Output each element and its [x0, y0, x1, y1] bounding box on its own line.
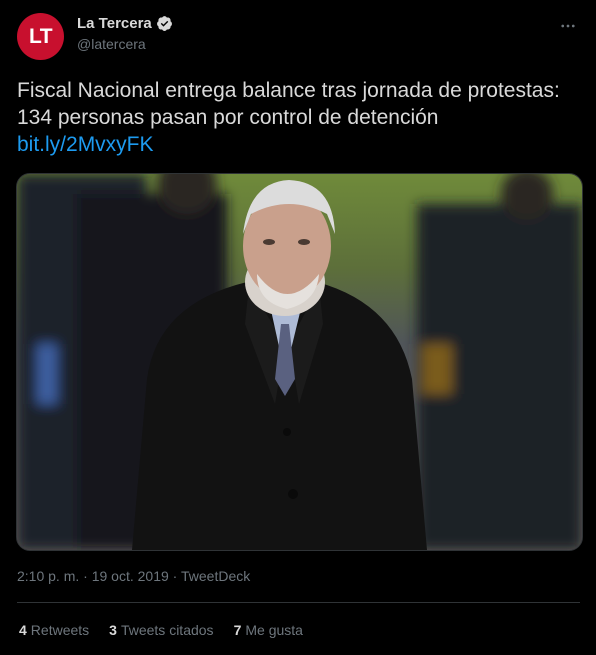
tweet-link[interactable]: bit.ly/2MvxyFK [17, 131, 587, 158]
likes-stat[interactable]: 7 Me gusta [234, 622, 303, 638]
tweet-source[interactable]: TweetDeck [181, 568, 250, 584]
retweets-count: 4 [19, 622, 27, 638]
verified-badge-icon [156, 15, 173, 32]
photo-illustration [17, 174, 582, 550]
tweet-body: Fiscal Nacional entrega balance tras jor… [17, 79, 560, 129]
retweets-stat[interactable]: 4 Retweets [19, 622, 89, 638]
display-name[interactable]: La Tercera [77, 15, 152, 32]
quotes-stat[interactable]: 3 Tweets citados [109, 622, 213, 638]
tweet-text: Fiscal Nacional entrega balance tras jor… [17, 77, 587, 158]
author-block: La Tercera @latercera [77, 15, 173, 52]
tweet-date[interactable]: 19 oct. 2019 [92, 568, 169, 584]
avatar[interactable]: LT [17, 13, 64, 60]
likes-label: Me gusta [245, 622, 303, 638]
quotes-label: Tweets citados [120, 622, 214, 638]
tweet-time[interactable]: 2:10 p. m. [17, 568, 79, 584]
divider [17, 602, 580, 603]
quotes-count: 3 [109, 622, 117, 638]
retweets-label: Retweets [30, 622, 90, 638]
engagement-stats: 4 Retweets 3 Tweets citados 7 Me gusta [19, 622, 303, 638]
tweet: LT La Tercera @latercera Fiscal Nacional… [0, 0, 596, 655]
name-row: La Tercera [77, 15, 173, 32]
likes-count: 7 [233, 622, 242, 638]
handle[interactable]: @latercera [77, 36, 173, 52]
meta-separator: · [83, 568, 88, 584]
more-horizontal-icon[interactable] [556, 14, 580, 38]
tweet-photo[interactable] [16, 173, 583, 551]
tweet-meta: 2:10 p. m. · 19 oct. 2019 · TweetDeck [17, 568, 250, 584]
avatar-initials: LT [28, 24, 53, 48]
meta-separator: · [172, 568, 178, 584]
